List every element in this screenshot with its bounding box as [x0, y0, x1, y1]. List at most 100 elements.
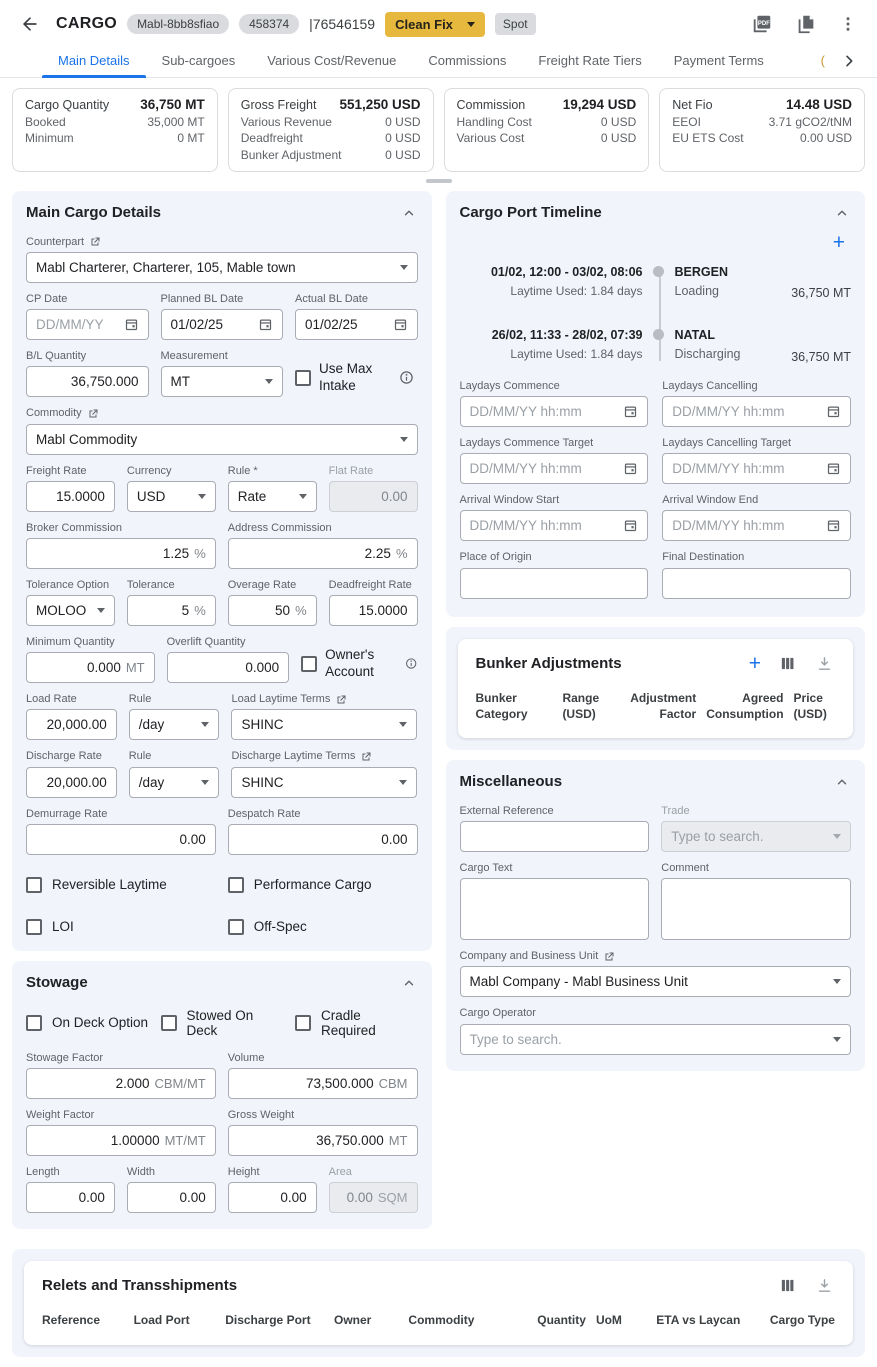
column-header[interactable]: Range (USD)	[562, 690, 619, 722]
on-deck-option[interactable]: On Deck Option	[26, 1008, 149, 1038]
loi-checkbox[interactable]	[26, 919, 42, 935]
arrival-window-end-input[interactable]: DD/MM/YY hh:mm	[662, 510, 851, 541]
tolerance-input[interactable]: 5%	[127, 595, 216, 626]
currency-select[interactable]: USD	[127, 481, 216, 512]
reversible-laytime-option[interactable]: Reversible Laytime	[26, 877, 216, 893]
copy-button[interactable]	[793, 11, 819, 37]
despatch-rate-input[interactable]: 0.00	[228, 824, 418, 855]
overage-rate-input[interactable]: 50%	[228, 595, 317, 626]
collapse-timeline-button[interactable]	[833, 204, 851, 222]
bl-quantity-input[interactable]: 36,750.000	[26, 366, 149, 397]
column-header[interactable]: Commodity	[408, 1312, 511, 1328]
column-header[interactable]: Adjustment Factor	[629, 690, 696, 722]
rule-select[interactable]: Rate	[228, 481, 317, 512]
timeline-entry-discharging[interactable]: 26/02, 11:33 - 28/02, 07:39 Laytime Used…	[460, 326, 852, 364]
column-header[interactable]: Quantity	[522, 1312, 586, 1328]
address-commission-input[interactable]: 2.25%	[228, 538, 418, 569]
broker-commission-input[interactable]: 1.25%	[26, 538, 216, 569]
timeline-entry-loading[interactable]: 01/02, 12:00 - 03/02, 08:06 Laytime Used…	[460, 263, 852, 301]
clean-fix-button[interactable]: Clean Fix	[385, 12, 485, 37]
measurement-select[interactable]: MT	[161, 366, 284, 397]
loi-option[interactable]: LOI	[26, 919, 216, 935]
column-header[interactable]: Reference	[42, 1312, 124, 1328]
volume-input[interactable]: 73,500.000CBM	[228, 1068, 418, 1099]
collapse-miscellaneous-button[interactable]	[833, 773, 851, 791]
performance-cargo-option[interactable]: Performance Cargo	[228, 877, 418, 893]
open-in-new-icon[interactable]	[335, 694, 347, 706]
info-icon[interactable]	[399, 370, 414, 385]
calendar-icon[interactable]	[826, 518, 841, 533]
load-laytime-terms-select[interactable]: SHINC	[231, 709, 417, 740]
discharge-rate-input[interactable]: 20,000.00	[26, 767, 117, 798]
deadfreight-rate-input[interactable]: 15.0000	[329, 595, 418, 626]
minimum-quantity-input[interactable]: 0.000MT	[26, 652, 155, 683]
open-in-new-icon[interactable]	[87, 408, 99, 420]
relets-columns-button[interactable]	[777, 1275, 798, 1296]
calendar-icon[interactable]	[623, 461, 638, 476]
column-header[interactable]: ETA vs Laycan	[653, 1312, 743, 1328]
discharge-laytime-terms-select[interactable]: SHINC	[231, 767, 417, 798]
on-deck-checkbox[interactable]	[26, 1015, 42, 1031]
company-business-unit-select[interactable]: Mabl Company - Mabl Business Unit	[460, 966, 852, 997]
calendar-icon[interactable]	[623, 404, 638, 419]
calendar-icon[interactable]	[826, 404, 841, 419]
off-spec-option[interactable]: Off-Spec	[228, 919, 418, 935]
cargo-text-input[interactable]	[460, 878, 650, 940]
stowed-on-deck-checkbox[interactable]	[161, 1015, 177, 1031]
bunker-columns-button[interactable]	[777, 653, 798, 674]
tab-main-details[interactable]: Main Details	[42, 44, 146, 77]
column-header[interactable]: Cargo Type	[753, 1312, 835, 1328]
column-header[interactable]: Agreed Consumption	[706, 690, 783, 722]
cp-date-input[interactable]: DD/MM/YY	[26, 309, 149, 340]
open-in-new-icon[interactable]	[360, 751, 372, 763]
load-rule-select[interactable]: /day	[129, 709, 220, 740]
cargo-operator-select[interactable]: Type to search.	[460, 1024, 852, 1055]
tab-payment-terms[interactable]: Payment Terms	[658, 44, 780, 77]
final-destination-input[interactable]	[662, 568, 851, 599]
place-of-origin-input[interactable]	[460, 568, 649, 599]
open-in-new-icon[interactable]	[89, 236, 101, 248]
height-input[interactable]: 0.00	[228, 1182, 317, 1213]
weight-factor-input[interactable]: 1.00000MT/MT	[26, 1125, 216, 1156]
width-input[interactable]: 0.00	[127, 1182, 216, 1213]
open-in-new-icon[interactable]	[603, 951, 615, 963]
collapse-stowage-button[interactable]	[400, 974, 418, 992]
add-bunker-adjustment-button[interactable]: +	[749, 653, 761, 674]
actual-bl-date-input[interactable]: 01/02/25	[295, 309, 418, 340]
add-port-button[interactable]: +	[833, 232, 845, 253]
freight-rate-input[interactable]: 15.0000	[26, 481, 115, 512]
length-input[interactable]: 0.00	[26, 1182, 115, 1213]
reversible-laytime-checkbox[interactable]	[26, 877, 42, 893]
bunker-download-button[interactable]	[814, 653, 835, 674]
column-header[interactable]: Bunker Category	[476, 690, 553, 722]
more-menu-button[interactable]	[837, 12, 859, 36]
back-button[interactable]	[18, 12, 42, 36]
demurrage-rate-input[interactable]: 0.00	[26, 824, 216, 855]
resize-handle[interactable]	[426, 179, 452, 183]
calendar-icon[interactable]	[124, 317, 139, 332]
stowed-on-deck-option[interactable]: Stowed On Deck	[161, 1008, 284, 1038]
planned-bl-date-input[interactable]: 01/02/25	[161, 309, 284, 340]
column-header[interactable]: Price (USD)	[794, 690, 835, 722]
relets-download-button[interactable]	[814, 1275, 835, 1296]
external-reference-input[interactable]	[460, 821, 650, 852]
overlift-quantity-input[interactable]: 0.000	[167, 652, 290, 683]
tab-sub-cargoes[interactable]: Sub-cargoes	[146, 44, 252, 77]
collapse-main-details-button[interactable]	[400, 204, 418, 222]
counterpart-select[interactable]: Mabl Charterer, Charterer, 105, Mable to…	[26, 252, 418, 283]
column-header[interactable]: UoM	[596, 1312, 643, 1328]
arrival-window-start-input[interactable]: DD/MM/YY hh:mm	[460, 510, 649, 541]
commodity-select[interactable]: Mabl Commodity	[26, 424, 418, 455]
tolerance-option-select[interactable]: MOLOO	[26, 595, 115, 626]
column-header[interactable]: Discharge Port	[225, 1312, 324, 1328]
off-spec-checkbox[interactable]	[228, 919, 244, 935]
calendar-icon[interactable]	[623, 518, 638, 533]
tab-freight-rate-tiers[interactable]: Freight Rate Tiers	[522, 44, 657, 77]
use-max-intake-checkbox[interactable]	[295, 370, 311, 386]
laydays-cancelling-input[interactable]: DD/MM/YY hh:mm	[662, 396, 851, 427]
column-header[interactable]: Load Port	[134, 1312, 216, 1328]
tab-various-cost-revenue[interactable]: Various Cost/Revenue	[251, 44, 412, 77]
discharge-rule-select[interactable]: /day	[129, 767, 220, 798]
calendar-icon[interactable]	[258, 317, 273, 332]
laydays-commence-target-input[interactable]: DD/MM/YY hh:mm	[460, 453, 649, 484]
